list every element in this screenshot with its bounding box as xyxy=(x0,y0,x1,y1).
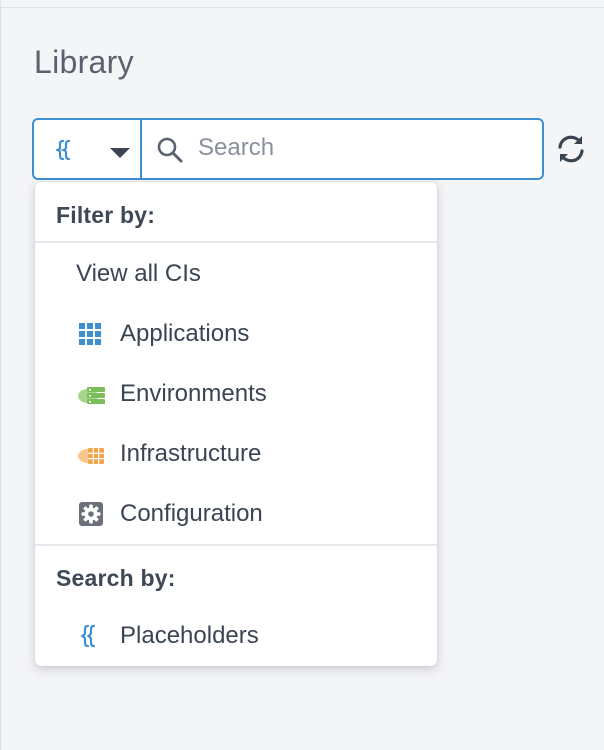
menu-item-environments[interactable]: Environments xyxy=(35,366,437,422)
search-icon xyxy=(156,136,184,169)
search-field xyxy=(142,120,542,178)
applications-grid-icon xyxy=(77,321,105,347)
chevron-down-icon xyxy=(109,146,131,164)
menu-item-infrastructure[interactable]: Infrastructure xyxy=(35,426,437,482)
library-search-group xyxy=(32,118,544,180)
search-by-header: Search by: xyxy=(56,565,176,591)
search-input[interactable] xyxy=(198,128,528,168)
panel-title: Library xyxy=(34,44,134,80)
menu-item-configuration[interactable]: Configuration xyxy=(35,486,437,542)
menu-item-placeholders[interactable]: Placeholders xyxy=(35,608,437,664)
menu-item-label: Infrastructure xyxy=(120,440,262,467)
menu-item-applications[interactable]: Applications xyxy=(35,306,437,362)
placeholder-braces-icon xyxy=(77,623,105,649)
search-type-dropdown-toggle[interactable] xyxy=(34,120,142,178)
refresh-icon[interactable] xyxy=(555,133,587,170)
menu-item-label: View all CIs xyxy=(76,260,201,287)
environments-cloud-server-icon xyxy=(77,381,105,407)
search-divider xyxy=(35,544,437,546)
panel-left-border xyxy=(0,0,1,750)
menu-item-label: Environments xyxy=(120,380,267,407)
menu-item-label: Configuration xyxy=(120,500,263,527)
menu-item-label: Placeholders xyxy=(120,622,259,649)
filter-dropdown-menu: Filter by: View all CIs Applications Env… xyxy=(35,182,437,666)
panel-top-border xyxy=(0,0,604,8)
menu-item-label: Applications xyxy=(120,320,250,347)
filter-by-header: Filter by: xyxy=(56,202,156,228)
infrastructure-cloud-grid-icon xyxy=(77,441,105,467)
menu-item-view-all-cis[interactable]: View all CIs xyxy=(35,246,437,302)
placeholder-braces-icon xyxy=(54,139,76,166)
filter-divider xyxy=(35,241,437,243)
configuration-gear-icon xyxy=(77,501,105,527)
